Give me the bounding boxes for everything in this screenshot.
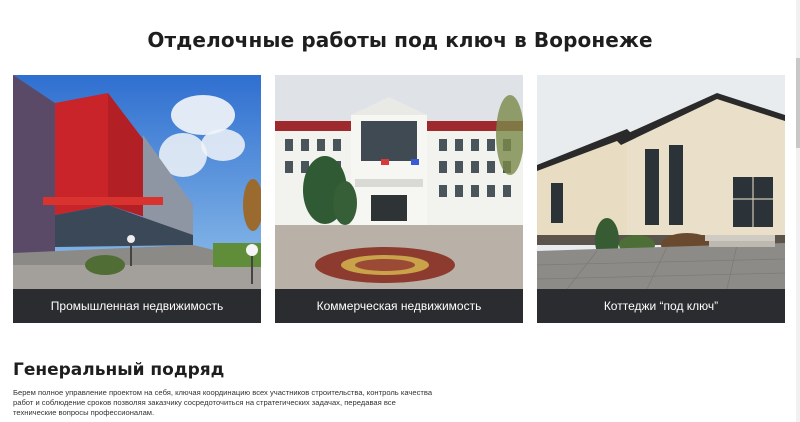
card-caption: Коттеджи “под ключ”: [537, 289, 785, 323]
scrollbar-thumb[interactable]: [796, 58, 800, 148]
card-caption: Промышленная недвижимость: [13, 289, 261, 323]
commercial-hotel-photo: [275, 75, 523, 289]
section-text: Берем полное управление проектом на себя…: [13, 388, 433, 417]
card-caption: Коммерческая недвижимость: [275, 289, 523, 323]
card-commercial[interactable]: Коммерческая недвижимость: [275, 75, 523, 323]
card-cottage[interactable]: Коттеджи “под ключ”: [537, 75, 785, 323]
section-heading: Генеральный подряд: [13, 360, 225, 380]
cottage-photo: [537, 75, 785, 289]
card-industrial[interactable]: Промышленная недвижимость: [13, 75, 261, 323]
industrial-building-photo: [13, 75, 261, 289]
page-title: Отделочные работы под ключ в Воронеже: [147, 28, 653, 52]
